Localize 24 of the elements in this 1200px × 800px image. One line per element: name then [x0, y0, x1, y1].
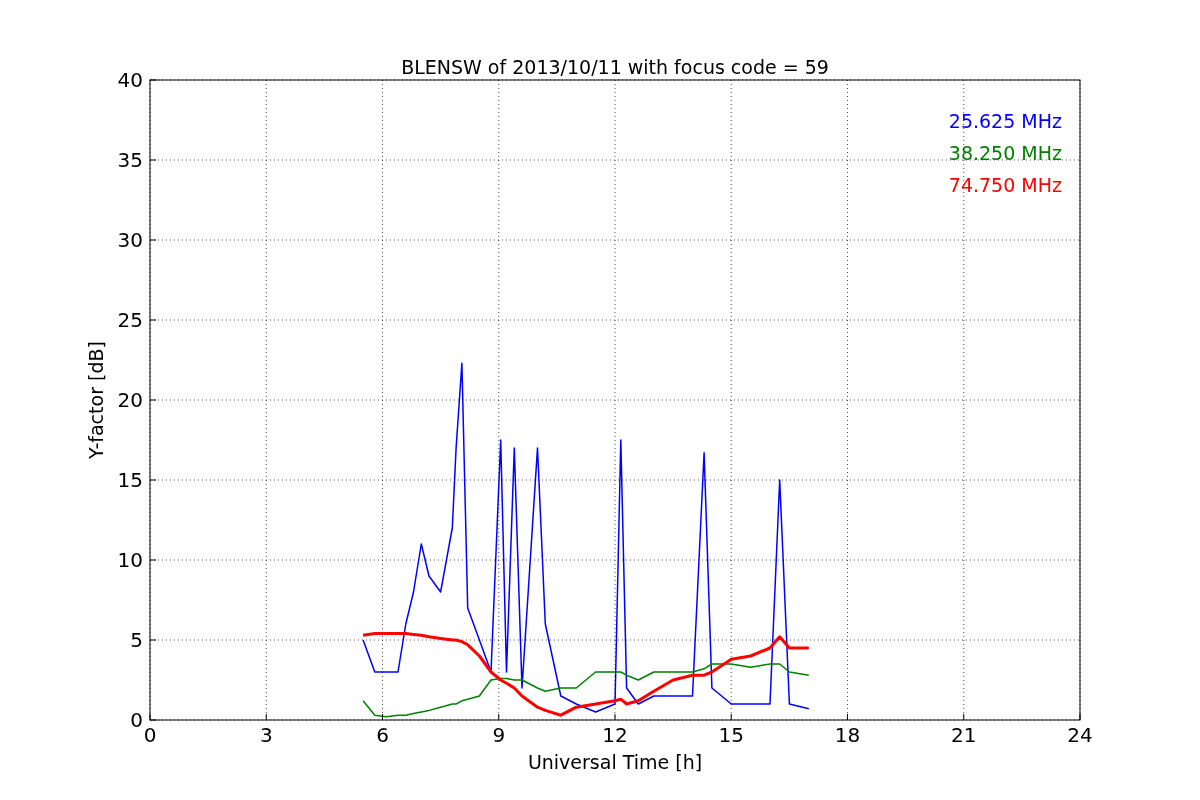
legend-label: 25.625 MHz	[948, 110, 1062, 132]
y-tick-label: 0	[130, 708, 143, 732]
x-tick-label: 6	[376, 723, 389, 747]
x-tick-label: 15	[718, 723, 744, 747]
legend-label: 74.750 MHz	[948, 174, 1062, 196]
y-axis-label: Y-factor [dB]	[85, 341, 107, 459]
y-tick-label: 35	[117, 148, 143, 172]
y-tick-label: 15	[117, 468, 143, 492]
x-tick-label: 18	[834, 723, 861, 747]
y-tick-label: 5	[130, 628, 143, 652]
x-tick-label: 12	[602, 723, 628, 747]
y-tick-label: 40	[117, 68, 143, 92]
x-tick-label: 3	[259, 723, 273, 747]
x-tick-label: 9	[492, 723, 506, 747]
x-axis-label: Universal Time [h]	[527, 751, 703, 773]
x-tick-label: 0	[143, 723, 157, 747]
legend-label: 38.250 MHz	[948, 142, 1062, 164]
y-tick-label: 25	[117, 308, 143, 332]
x-tick-label: 24	[1067, 723, 1093, 747]
y-tick-label: 30	[117, 228, 143, 252]
chart-title: BLENSW of 2013/10/11 with focus code = 59	[401, 56, 829, 78]
x-tick-label: 21	[951, 723, 977, 747]
y-tick-label: 20	[117, 388, 143, 412]
y-tick-label: 10	[117, 548, 143, 572]
